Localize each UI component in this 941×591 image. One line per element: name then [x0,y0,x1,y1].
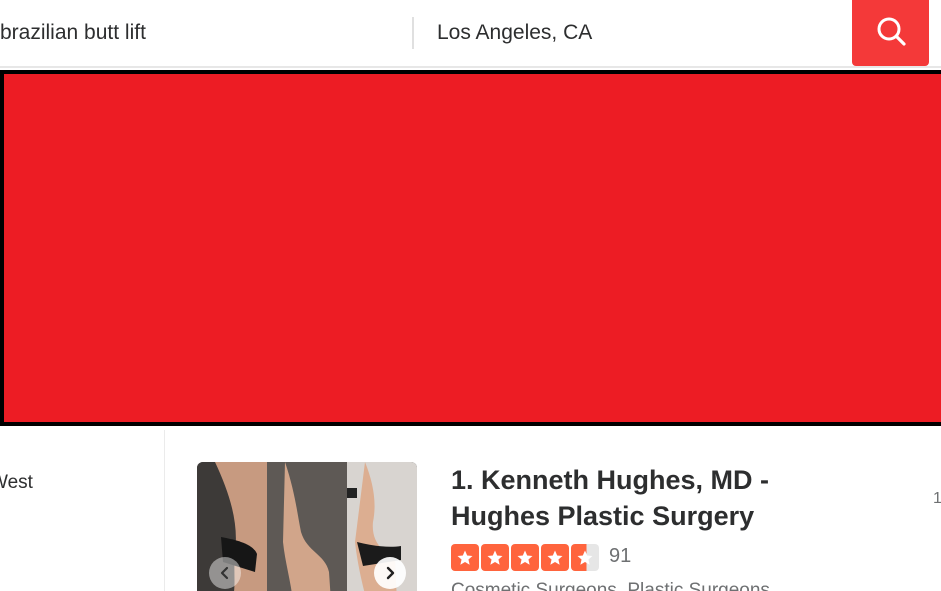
filter-neighborhood-label: West [0,472,33,493]
search-button[interactable] [852,0,929,66]
star-icon [481,544,509,571]
star-half-icon [571,544,599,571]
chevron-left-icon [218,566,232,580]
ad-banner[interactable] [0,70,941,426]
star-icon [451,544,479,571]
business-name-link[interactable]: 1. Kenneth Hughes, MD - Hughes Plastic S… [451,462,831,534]
edge-text: 1 [933,490,941,507]
chevron-right-icon [383,566,397,580]
filter-sidebar: West [0,430,165,591]
carousel-prev-button[interactable] [209,557,241,589]
search-location-input[interactable] [437,0,847,66]
review-count[interactable]: 91 [609,545,631,568]
star-icon [541,544,569,571]
ad-banner-fill [4,74,941,422]
search-bar [0,0,941,68]
star-icon [511,544,539,571]
search-divider [412,17,414,49]
carousel-next-button[interactable] [374,557,406,589]
search-icon [875,15,907,52]
filter-neighborhood-item[interactable]: West [0,472,33,494]
business-categories[interactable]: Cosmetic Surgeons, Plastic Surgeons [451,580,770,591]
result-photo-carousel[interactable] [197,462,417,591]
star-rating [451,544,599,571]
search-find-input[interactable] [0,0,412,66]
